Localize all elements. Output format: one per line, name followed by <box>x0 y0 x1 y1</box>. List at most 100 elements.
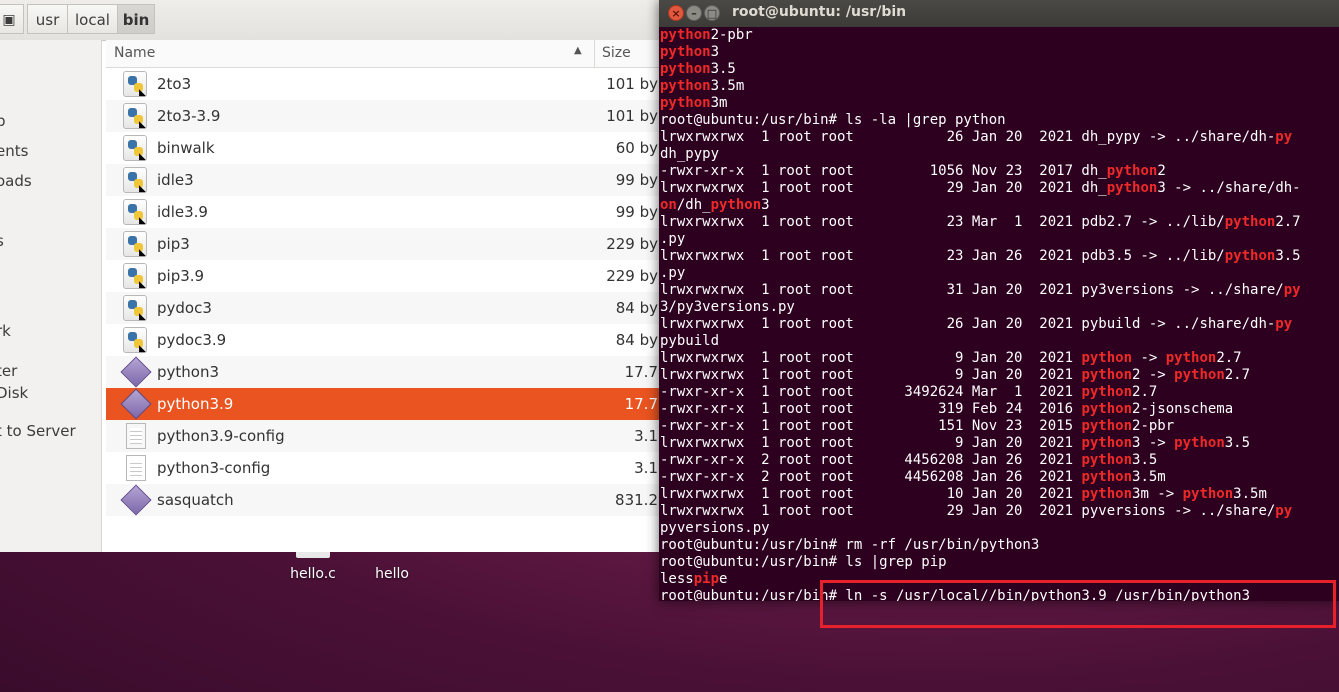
terminal-line: python3m <box>660 95 1339 112</box>
terminal-text: 3/py3versions.py <box>660 299 795 315</box>
terminal-text: 3.5m <box>710 78 745 94</box>
file-row[interactable]: sasquatch 831.2 <box>106 484 660 516</box>
grep-match-text: python <box>1081 469 1133 485</box>
grep-match-text: python <box>1174 435 1225 451</box>
terminal-line: -rwxr-xr-x 1 root root 151 Nov 23 2015 p… <box>660 418 1339 435</box>
terminal-line: pyversions.py <box>660 520 1339 537</box>
file-row[interactable]: python3-config 3.1 <box>106 452 660 484</box>
sidebar-item[interactable]: s <box>0 232 4 250</box>
terminal-text: 3.5m <box>1233 486 1267 502</box>
terminal-text: lrwxrwxrwx 1 root root 23 Mar 1 2021 pdb… <box>660 214 1225 230</box>
file-name: python3-config <box>157 459 271 477</box>
file-size: 101 by <box>606 75 658 93</box>
breadcrumb-bin[interactable]: bin <box>117 4 155 34</box>
file-row[interactable]: ◣ binwalk 60 by <box>106 132 660 164</box>
minimize-window-button[interactable]: – <box>686 5 702 21</box>
sidebar-item[interactable]: rk <box>0 322 11 340</box>
close-window-button[interactable]: × <box>668 5 684 21</box>
terminal-text: -rwxr-xr-x 1 root root 151 Nov 23 2015 <box>660 418 1082 434</box>
terminal-line: -rwxr-xr-x 2 root root 4456208 Jan 26 20… <box>660 452 1339 469</box>
file-row[interactable]: ◣ idle3 99 by <box>106 164 660 196</box>
terminal-text: -rwxr-xr-x 1 root root 319 Feb 24 2016 <box>660 401 1082 417</box>
terminal-text: e <box>719 571 728 587</box>
file-row[interactable]: ◣ pip3.9 229 by <box>106 260 660 292</box>
sidebar-item[interactable]: oads <box>0 172 32 190</box>
file-size: 101 by <box>606 107 658 125</box>
file-row[interactable]: ◣ idle3.9 99 by <box>106 196 660 228</box>
sidebar-item[interactable]: ents <box>0 142 28 160</box>
terminal-text: 3.5 <box>1224 435 1251 451</box>
text-document-icon <box>123 423 149 449</box>
column-name-header[interactable]: Name <box>114 45 155 61</box>
terminal-line: root@ubuntu:/usr/bin# ls |grep pip <box>660 554 1339 571</box>
symlink-arrow-icon: ◣ <box>139 280 146 290</box>
sidebar-item[interactable]: p <box>0 112 6 130</box>
terminal-text: 3.5 <box>710 61 736 77</box>
terminal-line: 3/py3versions.py <box>660 299 1339 316</box>
file-row[interactable]: python3.9 17.7 <box>106 388 660 420</box>
column-size-header[interactable]: Size <box>602 45 631 61</box>
terminal-text: dh_pypy <box>660 146 720 162</box>
breadcrumb-local[interactable]: local <box>67 4 118 34</box>
terminal-line: lrwxrwxrwx 1 root root 9 Jan 20 2021 pyt… <box>660 367 1339 384</box>
terminal-titlebar[interactable]: × – □ root@ubuntu: /usr/bin <box>659 0 1339 27</box>
file-size: 84 by <box>615 331 658 349</box>
terminal-text: 2-pbr <box>710 27 753 43</box>
sidebar-item[interactable]: ter <box>0 362 17 380</box>
terminal-text: 3 <box>761 197 770 213</box>
terminal-text: -rwxr-xr-x 2 root root 4456208 Jan 26 20… <box>660 469 1082 485</box>
home-icon[interactable]: ▣ <box>0 4 24 34</box>
terminal-text: lrwxrwxrwx 1 root root 10 Jan 20 2021 <box>660 486 1082 502</box>
file-list: Name ▲ Size ◣ 2to3 101 by ◣ 2to3-3.9 101 by ◣ b… <box>106 40 660 552</box>
grep-match-text: python <box>1224 214 1276 230</box>
sidebar-item[interactable]: t to Server <box>0 422 76 440</box>
terminal-text: 2-pbr <box>1132 418 1175 434</box>
file-row[interactable]: python3.9-config 3.1 <box>106 420 660 452</box>
desktop-icon-hello-c[interactable]: hello.c <box>278 552 348 582</box>
grep-match-text: py <box>1275 129 1293 145</box>
terminal-text: 3 -> ../share/dh- <box>1157 180 1301 196</box>
terminal-text: lrwxrwxrwx 1 root root 9 Jan 20 2021 <box>660 367 1082 383</box>
terminal-line: lrwxrwxrwx 1 root root 29 Jan 20 2021 dh… <box>660 180 1339 197</box>
grep-match-text: python <box>660 78 711 94</box>
symlink-arrow-icon: ◣ <box>139 248 146 258</box>
sidebar-item[interactable]: Disk <box>0 384 28 402</box>
grep-match-text: python <box>1224 248 1276 264</box>
file-row[interactable]: ◣ pip3 229 by <box>106 228 660 260</box>
file-name: 2to3-3.9 <box>157 107 221 125</box>
terminal-window[interactable]: × – □ root@ubuntu: /usr/bin python2-pbr p… <box>659 0 1339 601</box>
terminal-text: -rwxr-xr-x 1 root root 3492624 Mar 1 202… <box>660 384 1082 400</box>
grep-match-text: pip <box>693 571 720 587</box>
symlink-arrow-icon: ◣ <box>139 344 146 354</box>
python-script-icon: ◣ <box>123 327 149 354</box>
grep-match-text: py <box>1275 316 1293 332</box>
file-size: 60 by <box>615 139 658 157</box>
terminal-text: 2 <box>1157 163 1166 179</box>
file-row[interactable]: ◣ 2to3 101 by <box>106 68 660 100</box>
terminal-output[interactable]: python2-pbr python3 python3.5 python3.5m pyt… <box>660 27 1339 601</box>
file-name: python3.9 <box>157 395 234 413</box>
file-row[interactable]: python3 17.7 <box>106 356 660 388</box>
file-row[interactable]: ◣ pydoc3 84 by <box>106 292 660 324</box>
column-header: Name ▲ Size <box>106 40 660 68</box>
terminal-line: python2-pbr <box>660 27 1339 44</box>
file-size: 84 by <box>615 299 658 317</box>
file-row[interactable]: ◣ pydoc3.9 84 by <box>106 324 660 356</box>
file-size: 99 by <box>615 203 658 221</box>
python-script-icon: ◣ <box>123 263 149 290</box>
terminal-text: 2-jsonschema <box>1132 401 1234 417</box>
maximize-window-button[interactable]: □ <box>704 5 720 21</box>
terminal-line: python3.5 <box>660 61 1339 78</box>
desktop-icon-hello[interactable]: hello <box>357 552 427 582</box>
file-name: idle3 <box>157 171 194 189</box>
column-divider[interactable] <box>594 40 595 67</box>
file-row[interactable]: ◣ 2to3-3.9 101 by <box>106 100 660 132</box>
file-name: pip3.9 <box>157 267 205 285</box>
breadcrumb-usr[interactable]: usr <box>27 4 68 34</box>
terminal-line: on/dh_python3 <box>660 197 1339 214</box>
terminal-line: lrwxrwxrwx 1 root root 29 Jan 20 2021 py… <box>660 503 1339 520</box>
terminal-text: lrwxrwxrwx 1 root root 23 Jan 26 2021 pd… <box>660 248 1225 264</box>
terminal-line: .py <box>660 265 1339 282</box>
sort-ascending-icon[interactable]: ▲ <box>574 45 582 56</box>
grep-match-text: python <box>1165 350 1217 366</box>
